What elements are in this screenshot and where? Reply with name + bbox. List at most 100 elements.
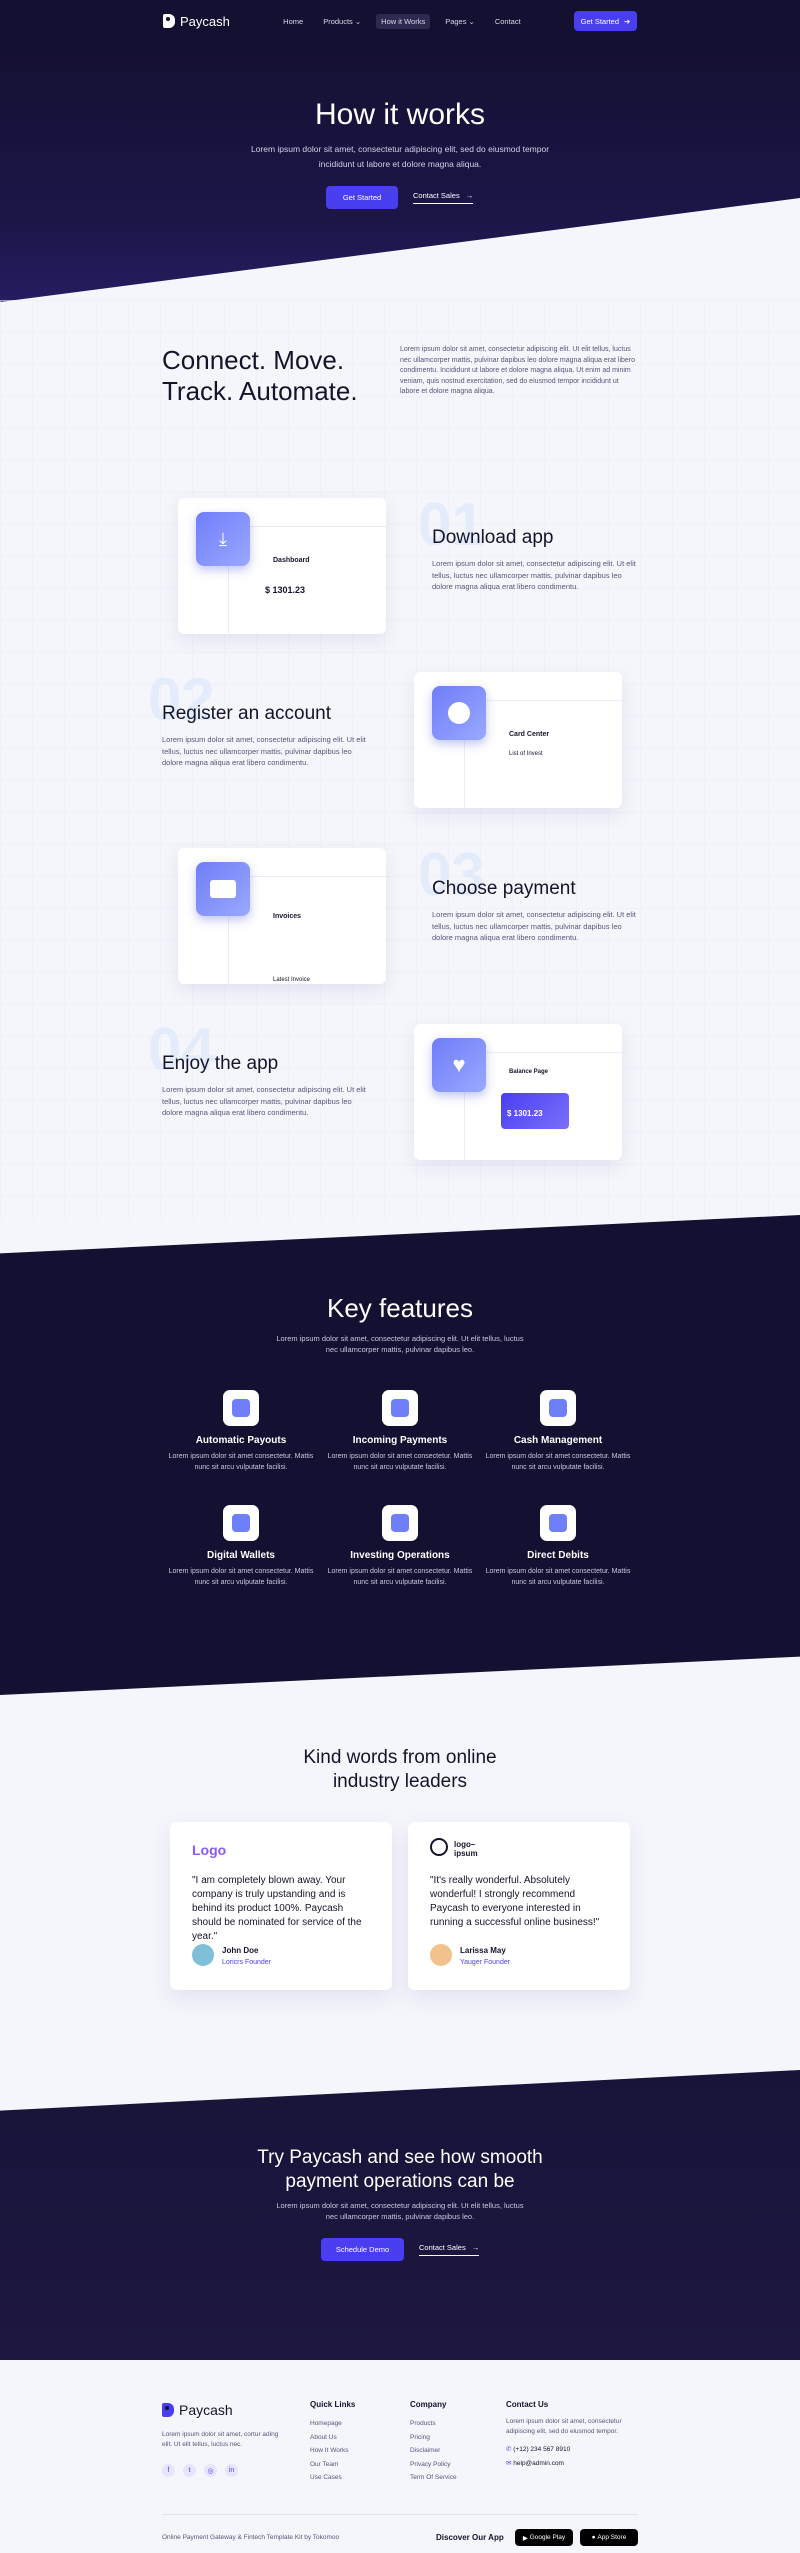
hero-primary-label: Get Started (342, 193, 382, 202)
schedule-demo-button[interactable]: Schedule Demo (321, 2238, 404, 2261)
feature-title: Digital Wallets (207, 1550, 275, 1561)
footer-about: Lorem ipsum dolor sit amet, cortur ading… (162, 2431, 279, 2448)
footer-link[interactable]: Pricing (410, 2431, 457, 2445)
nav-contact[interactable]: Contact (490, 14, 526, 29)
user-account-icon (432, 686, 486, 740)
google-play-icon: ▶ (522, 2534, 528, 2542)
hero-subtitle: Lorem ipsum dolor sit amet, consectetur … (250, 144, 550, 169)
hero-contact-sales-link[interactable]: Contact Sales → (413, 191, 474, 204)
testimonial-role: Loricrs Founder (222, 1959, 272, 1966)
background-grid (0, 300, 800, 1220)
hero-get-started-button[interactable]: Get Started (326, 186, 398, 209)
nav-menu: Home Products ⌄ How it Works Pages ⌄ Con… (278, 13, 526, 29)
hero-secondary-label: Contact Sales (413, 191, 460, 200)
card-subtitle: List of Invest (509, 751, 543, 757)
feature-title: Automatic Payouts (195, 1435, 287, 1446)
invoices-preview: Invoices Latest Invoice (228, 876, 386, 984)
apple-icon: ● (591, 2534, 596, 2541)
nav-how-it-works[interactable]: How it Works (376, 13, 431, 29)
app-store-button[interactable]: ● App Store (580, 2529, 638, 2546)
debit-card-icon (540, 1505, 576, 1541)
store1-label: Google Play (529, 2534, 566, 2541)
arrow-right-icon: ➔ (624, 16, 631, 26)
step-4-balance-card: Balance Page $ 1301.23 ♥ (414, 1024, 622, 1160)
footer-link[interactable]: Use Cases (310, 2471, 355, 2485)
download-icon: ⤓ (196, 512, 250, 566)
card-title: Card Center (509, 731, 550, 738)
step-1-title: Download app (432, 527, 554, 548)
step-1-dashboard-card: Dashboard $ 1301.23 ⤓ (178, 498, 386, 634)
card-title: Invoices (273, 913, 302, 920)
copyright: Online Payment Gateway & Fintech Templat… (162, 2534, 340, 2541)
nav-home[interactable]: Home (278, 14, 308, 29)
footer-brand: Paycash (179, 2402, 233, 2418)
testimonial-card-2: logo–ipsum "It's really wonderful. Absol… (408, 1822, 630, 1990)
balance-card: $ 1301.23 (501, 1093, 569, 1129)
footer-link[interactable]: Homepage (310, 2417, 355, 2431)
footer-link[interactable]: Our Team (310, 2458, 355, 2472)
bar-chart-icon (382, 1505, 418, 1541)
testimonial-quote: "It's really wonderful. Absolutely wonde… (430, 1875, 600, 1928)
brand-logo[interactable]: Paycash (163, 14, 230, 29)
google-play-button[interactable]: ▶ Google Play (515, 2529, 573, 2546)
features-title: Key features (327, 1293, 473, 1323)
footer-link[interactable]: Term Of Service (410, 2471, 457, 2485)
column-title: Contact Us (506, 2400, 549, 2409)
card-center-preview: Card Center List of Invest (464, 700, 622, 808)
nav-products[interactable]: Products ⌄ (318, 14, 366, 29)
hero-title: How it works (314, 98, 486, 131)
footer-company: Company Products Pricing Disclaimer Priv… (410, 2400, 457, 2485)
intro-title: Connect. Move. Track. Automate. (162, 345, 358, 406)
feature-text: Lorem ipsum dolor sit amet consectetur. … (168, 1453, 314, 1471)
footer: Paycash Lorem ipsum dolor sit amet, cort… (0, 2360, 800, 2553)
contact-text: Lorem ipsum dolor sit amet, consectetur … (506, 2418, 622, 2435)
brand-name: Paycash (180, 13, 230, 29)
facebook-icon[interactable]: f (162, 2464, 175, 2477)
column-title: Quick Links (310, 2400, 356, 2409)
linkedin-icon[interactable]: in (225, 2464, 238, 2477)
cta-primary-label: Schedule Demo (335, 2245, 390, 2254)
phone-icon: ✆ (506, 2446, 512, 2453)
footer-link[interactable]: Products (410, 2417, 457, 2431)
feature-text: Lorem ipsum dolor sit amet consectetur. … (327, 1453, 473, 1471)
arrow-right-icon: → (465, 191, 474, 200)
wallet-icon (223, 1505, 259, 1541)
arrow-right-icon: → (471, 2243, 480, 2252)
testimonial-quote: "I am completely blown away. Your compan… (192, 1875, 362, 1942)
testimonial-card-1: Logo "I am completely blown away. Your c… (170, 1822, 392, 1990)
feature-automatic-payouts: Automatic Payouts Lorem ipsum dolor sit … (166, 1390, 316, 1473)
features-section: Key features Lorem ipsum dolor sit amet,… (0, 1215, 800, 1695)
balance-preview: Balance Page $ 1301.23 (464, 1052, 622, 1160)
contact-email[interactable]: help@admin.com (513, 2460, 564, 2467)
feature-title: Direct Debits (527, 1550, 589, 1561)
cta-contact-sales-link[interactable]: Contact Sales → (419, 2243, 480, 2256)
nav-get-started-button[interactable]: Get Started ➔ (574, 11, 637, 31)
card-title: Dashboard (273, 557, 310, 564)
company-logo: Logo (192, 1842, 227, 1858)
mail-icon: ✉ (506, 2459, 512, 2467)
feature-text: Lorem ipsum dolor sit amet consectetur. … (168, 1568, 314, 1586)
footer-link[interactable]: Disclaimer (410, 2444, 457, 2458)
avatar (192, 1944, 214, 1966)
contact-phone[interactable]: (+12) 234 567 8910 (513, 2446, 570, 2453)
footer-link[interactable]: About Us (310, 2431, 355, 2445)
step-3-title: Choose payment (432, 878, 576, 899)
hero-section: How it works Lorem ipsum dolor sit amet,… (0, 42, 800, 302)
card-balance: $ 1301.23 (265, 585, 306, 595)
intro-text: Lorem ipsum dolor sit amet, consectetur … (400, 346, 636, 395)
cta-text: Lorem ipsum dolor sit amet, consectetur … (276, 2201, 524, 2221)
footer-contact: Contact Us Lorem ipsum dolor sit amet, c… (506, 2400, 641, 2470)
feature-direct-debits: Direct Debits Lorem ipsum dolor sit amet… (483, 1505, 633, 1588)
nav-pages[interactable]: Pages ⌄ (440, 14, 480, 29)
feature-text: Lorem ipsum dolor sit amet consectetur. … (327, 1568, 473, 1586)
footer-link[interactable]: Privacy Policy (410, 2458, 457, 2472)
footer-logo[interactable]: Paycash (162, 2402, 233, 2418)
testimonial-name: John Doe (222, 1946, 259, 1955)
features-subtitle: Lorem ipsum dolor sit amet, consectetur … (276, 1334, 524, 1354)
cta-secondary-label: Contact Sales (419, 2243, 466, 2252)
footer-link[interactable]: How It Works (310, 2444, 355, 2458)
twitter-icon[interactable]: t (183, 2464, 196, 2477)
step-3-invoices-card: Invoices Latest Invoice (178, 848, 386, 984)
instagram-icon[interactable]: ◎ (204, 2464, 217, 2477)
cash-icon (540, 1390, 576, 1426)
